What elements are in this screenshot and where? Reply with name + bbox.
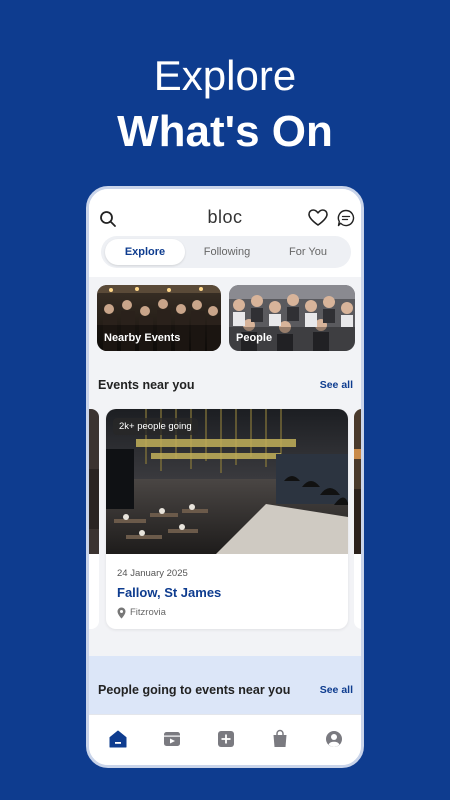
chat-icon[interactable]: [337, 209, 355, 227]
previous-event-card[interactable]: [89, 409, 99, 629]
tab-for-you[interactable]: For You: [269, 239, 347, 265]
category-people[interactable]: People: [229, 285, 355, 351]
event-card[interactable]: 2k+ people going 24 January 2025 Fallow,…: [106, 409, 348, 629]
people-see-all-link[interactable]: See all: [320, 684, 353, 696]
promo-line-2: What's On: [117, 107, 333, 156]
category-label: People: [236, 332, 273, 344]
tab-explore[interactable]: Explore: [105, 239, 185, 265]
promo-line-1: Explore: [153, 52, 297, 99]
bottom-nav: [89, 714, 361, 765]
app-screen: bloc Explore Following For You Nearby Ev…: [89, 189, 361, 765]
event-venue: Fallow, St James: [117, 585, 222, 600]
location-pin-icon: [117, 607, 126, 619]
attendance-badge: 2k+ people going: [113, 418, 198, 435]
event-location: Fitzrovia: [130, 607, 166, 618]
feed-tabs: Explore Following For You: [101, 236, 351, 268]
profile-icon[interactable]: [325, 730, 343, 748]
event-date: 24 January 2025: [117, 568, 188, 579]
video-icon[interactable]: [163, 730, 181, 748]
next-event-card[interactable]: [354, 409, 361, 629]
home-icon[interactable]: [109, 730, 127, 748]
heart-icon[interactable]: [308, 209, 328, 227]
category-nearby-events[interactable]: Nearby Events: [97, 285, 221, 351]
events-section-title: Events near you: [98, 378, 195, 392]
tab-following[interactable]: Following: [187, 239, 267, 265]
event-image: [89, 409, 99, 554]
phone-frame: bloc Explore Following For You Nearby Ev…: [86, 186, 364, 768]
bag-icon[interactable]: [272, 729, 288, 748]
top-bar: bloc Explore Following For You: [89, 189, 361, 277]
people-section: People going to events near you See all: [89, 656, 361, 716]
people-section-title: People going to events near you: [98, 683, 291, 697]
category-label: Nearby Events: [104, 332, 181, 344]
plus-icon[interactable]: [217, 730, 235, 748]
events-see-all-link[interactable]: See all: [320, 379, 353, 391]
event-image: [354, 409, 361, 554]
